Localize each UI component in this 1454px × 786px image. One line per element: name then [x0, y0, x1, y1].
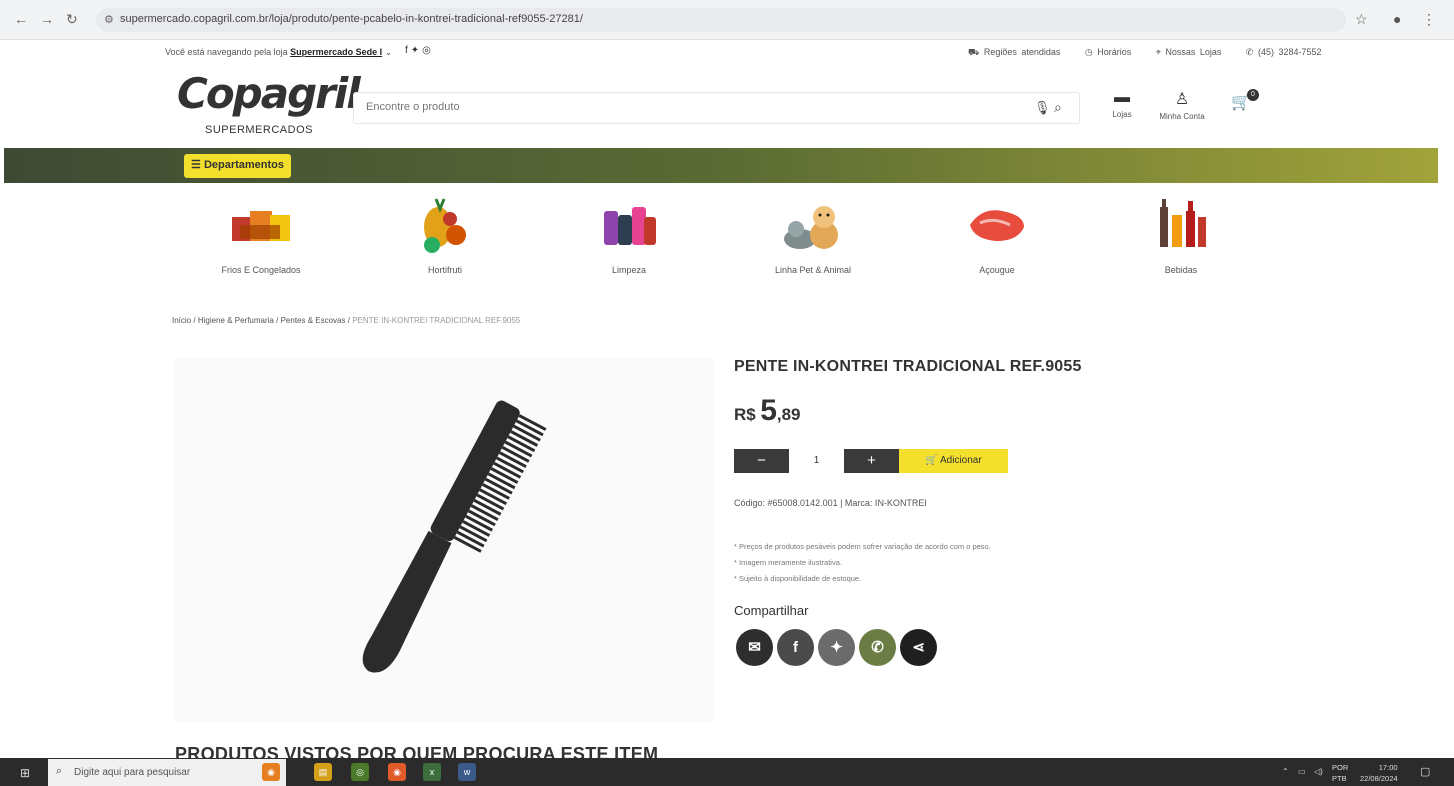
firefox-icon[interactable]: ◉ — [388, 763, 406, 781]
word-icon[interactable]: w — [458, 763, 476, 781]
share-icon[interactable]: ⋖ — [900, 629, 937, 666]
search-icon[interactable]: ⌕ — [1054, 99, 1062, 116]
breadcrumb-category[interactable]: Higiene & Perfumaria — [198, 316, 274, 325]
cortana-icon[interactable]: ◉ — [262, 763, 280, 781]
top-info-bar: Você está navegando pela loja Supermerca… — [0, 40, 1454, 64]
browser-toolbar: ← → ↻ ⚙ supermercado.copagril.com.br/loj… — [0, 0, 1454, 40]
taskbar-search-placeholder: Digite aqui para pesquisar — [74, 767, 191, 778]
browsing-prefix: Você está navegando pela loja — [165, 47, 288, 57]
hours-link[interactable]: ◷ Horários — [1085, 47, 1141, 57]
stores-button[interactable]: ▬ Lojas — [1108, 89, 1136, 119]
regions-link[interactable]: ⛟ Regiões atendidas — [968, 47, 1070, 57]
store-icon: ▬ — [1114, 89, 1130, 106]
reload-icon[interactable]: ↻ — [66, 11, 78, 28]
departments-button[interactable]: ☰ Departamentos — [184, 154, 292, 178]
breadcrumb-subcategory[interactable]: Pentes & Escovas — [281, 316, 346, 325]
url-text: supermercado.copagril.com.br/loja/produt… — [120, 13, 583, 25]
cart-icon: 🛒 — [925, 455, 938, 466]
network-icon[interactable]: ▭ — [1298, 767, 1306, 776]
drinks-icon — [1160, 199, 1206, 247]
windows-start-icon[interactable]: ⊞ — [20, 766, 30, 780]
category-label: Bebidas — [1164, 265, 1198, 275]
user-icon: ♙ — [1174, 91, 1190, 108]
language-indicator[interactable]: POR PTB — [1332, 762, 1348, 784]
logo-subtitle: SUPERMERCADOS — [205, 124, 313, 136]
breadcrumb: Início / Higiene & Perfumaria / Pentes &… — [172, 316, 521, 325]
category-frios[interactable]: Frios E Congelados — [186, 195, 336, 275]
site-settings-icon[interactable]: ⚙ — [104, 13, 114, 26]
pet-icon — [784, 206, 838, 249]
fruits-icon — [424, 198, 466, 253]
profile-icon[interactable]: ● — [1393, 11, 1401, 27]
category-label: Limpeza — [611, 265, 647, 275]
category-label: Hortifruti — [427, 265, 462, 275]
product-price: R$ 5,89 — [734, 394, 801, 427]
instagram-icon[interactable]: ◎ — [422, 45, 434, 56]
category-hortifruti[interactable]: Hortifruti — [370, 195, 520, 275]
site-logo[interactable]: Copagril — [177, 72, 361, 116]
cart-count-badge: 0 — [1247, 89, 1259, 101]
microphone-icon[interactable]: 🎙 — [1034, 100, 1051, 116]
product-title: PENTE IN-KONTREI TRADICIONAL REF.9055 — [734, 358, 1082, 375]
cleaning-products-icon — [604, 207, 656, 245]
category-bebidas[interactable]: Bebidas — [1106, 195, 1256, 275]
social-links: f✦◎ — [405, 45, 434, 56]
search-icon: ⌕ — [56, 765, 63, 777]
category-label: Frios E Congelados — [221, 265, 301, 275]
search-input[interactable] — [366, 101, 966, 113]
list-icon: ☰ — [191, 159, 201, 171]
browser-menu-icon[interactable]: ⋮ — [1422, 11, 1436, 28]
product-notes: * Preços de produtos pesáveis podem sofr… — [734, 542, 991, 583]
twitter-icon[interactable]: ✦ — [411, 45, 422, 56]
forward-icon[interactable]: → — [40, 11, 54, 27]
comb-image — [362, 400, 547, 673]
frozen-food-icon — [232, 211, 290, 241]
tray-expand-icon[interactable]: ⌃ — [1282, 767, 1289, 776]
back-icon[interactable]: ← — [14, 11, 28, 27]
address-bar[interactable]: ⚙ supermercado.copagril.com.br/loja/prod… — [96, 8, 1346, 32]
category-label: Açougue — [979, 265, 1015, 275]
category-acougue[interactable]: Açougue — [922, 195, 1072, 275]
store-info: Você está navegando pela loja Supermerca… — [165, 47, 392, 58]
account-button[interactable]: ♙ Minha Conta — [1152, 89, 1212, 121]
departments-label: Departamentos — [203, 159, 285, 171]
category-label: Linha Pet & Animal — [774, 265, 852, 275]
whatsapp-share-icon[interactable]: ✆ — [859, 629, 896, 666]
email-share-icon[interactable]: ✉ — [736, 629, 773, 666]
bookmark-star-icon[interactable]: ☆ — [1355, 11, 1368, 28]
store-selector[interactable]: Supermercado Sede I — [290, 47, 382, 57]
product-code: Código: #65008.0142.001 | Marca: IN-KONT… — [734, 498, 927, 508]
stores-link[interactable]: ⌖ Nossas Lojas — [1156, 47, 1232, 57]
add-to-cart-label: Adicionar — [939, 455, 982, 466]
breadcrumb-current: PENTE IN-KONTREI TRADICIONAL REF.9055 — [352, 316, 521, 325]
taskbar-search[interactable]: ⌕ Digite aqui para pesquisar — [48, 759, 286, 786]
twitter-share-icon[interactable]: ✦ — [818, 629, 855, 666]
chrome-icon[interactable]: ◎ — [351, 763, 369, 781]
notification-icon[interactable]: ▢ — [1420, 765, 1430, 778]
stores-label: Lojas — [1112, 110, 1132, 119]
top-links: ⛟ Regiões atendidas ◷ Horários ⌖ Nossas … — [968, 47, 1342, 59]
phone-link[interactable]: ✆ (45) 3284-7552 — [1246, 47, 1332, 57]
chevron-down-icon[interactable]: ⌄ — [385, 47, 393, 57]
quantity-decrease-button[interactable]: − — [734, 449, 789, 473]
facebook-share-icon[interactable]: f — [777, 629, 814, 666]
quantity-input[interactable]: 1 — [789, 449, 844, 473]
excel-icon[interactable]: x — [423, 763, 441, 781]
share-label: Compartilhar — [734, 603, 809, 618]
file-explorer-icon[interactable]: ▤ — [314, 763, 332, 781]
search-box: 🎙 ⌕ — [353, 92, 1080, 124]
clock[interactable]: 17:00 22/08/2024 — [1360, 762, 1398, 784]
account-label: Minha Conta — [1159, 112, 1205, 121]
quantity-increase-button[interactable]: + — [844, 449, 899, 473]
breadcrumb-home[interactable]: Início — [172, 316, 191, 325]
windows-taskbar: ⊞ ⌕ Digite aqui para pesquisar ◉ ▤ ◎ ◉ x… — [0, 758, 1454, 786]
add-to-cart-button[interactable]: 🛒 Adicionar — [899, 449, 1008, 473]
category-limpeza[interactable]: Limpeza — [554, 195, 704, 275]
volume-icon[interactable]: ◁) — [1314, 767, 1323, 776]
department-menu-bar: ☰ Departamentos — [4, 148, 1438, 183]
meat-icon — [970, 210, 1024, 241]
product-image[interactable] — [175, 357, 713, 722]
category-pet[interactable]: Linha Pet & Animal — [738, 195, 888, 275]
